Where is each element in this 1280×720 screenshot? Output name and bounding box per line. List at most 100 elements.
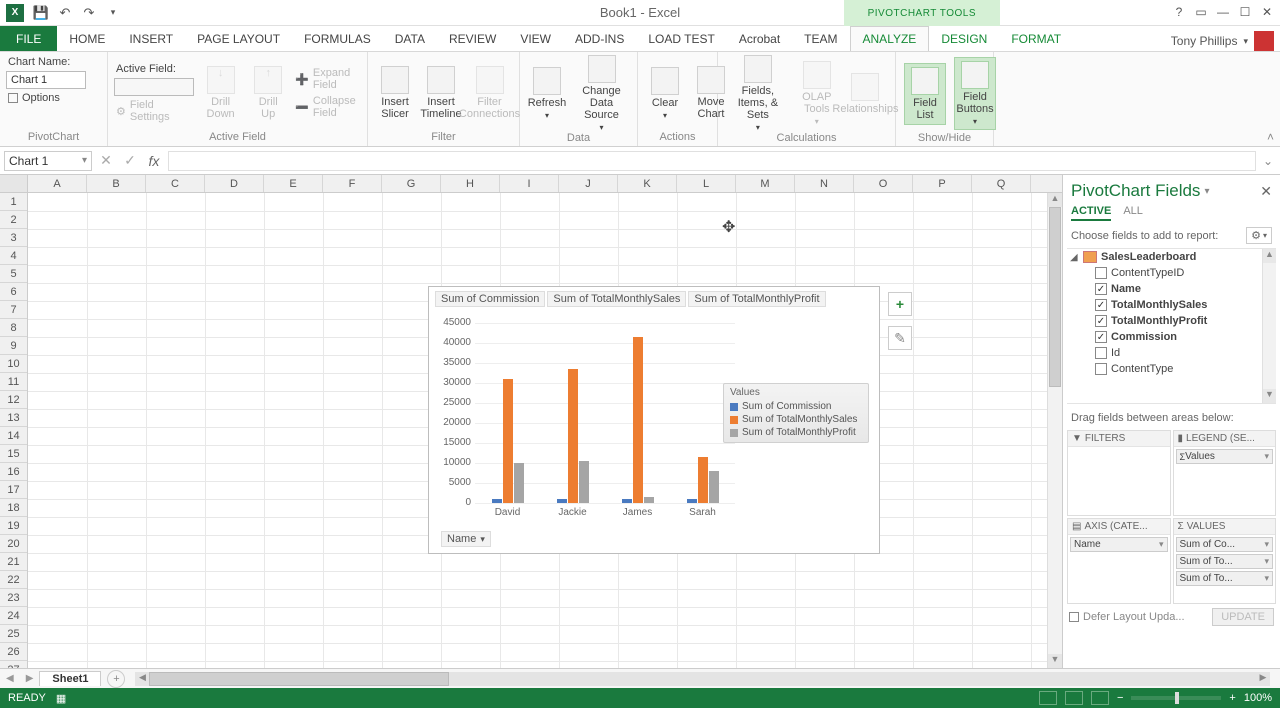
legend-pill-values[interactable]: Σ Values▾ [1176,449,1274,464]
row-header[interactable]: 3 [0,229,27,247]
values-pill-2[interactable]: Sum of To...▾ [1176,554,1274,569]
collapse-ribbon-icon[interactable]: ˄ [1267,130,1274,144]
tab-insert[interactable]: INSERT [117,26,185,51]
row-header[interactable]: 22 [0,571,27,589]
row-header[interactable]: 18 [0,499,27,517]
expand-formula-bar-icon[interactable]: ⌄ [1260,154,1276,168]
tab-review[interactable]: REVIEW [437,26,508,51]
zoom-out-icon[interactable]: − [1117,692,1123,704]
row-header[interactable]: 7 [0,301,27,319]
scroll-up-icon[interactable]: ▲ [1048,193,1062,207]
chart-bar[interactable] [698,457,708,503]
fields-items-sets-button[interactable]: Fields, Items, & Sets▾ [724,55,792,132]
tab-data[interactable]: DATA [383,26,437,51]
chart-bar[interactable] [557,499,567,503]
refresh-button[interactable]: Refresh▾ [526,67,568,120]
field-checkbox[interactable] [1095,347,1107,359]
chart-elements-button[interactable]: + [888,292,912,316]
chart-bar[interactable] [687,499,697,503]
chart-styles-button[interactable]: ✎ [888,326,912,350]
legend-item[interactable]: Sum of TotalMonthlySales [730,413,862,426]
close-icon[interactable]: ✕ [1256,2,1278,22]
field-item[interactable]: ✓Name [1067,281,1276,297]
row-header[interactable]: 2 [0,211,27,229]
row-header[interactable]: 20 [0,535,27,553]
column-header[interactable]: A [28,175,87,192]
column-header[interactable]: D [205,175,264,192]
chart-bar[interactable] [514,463,524,503]
row-header[interactable]: 14 [0,427,27,445]
ribbon-display-icon[interactable]: ▭ [1190,2,1212,22]
tab-file[interactable]: FILE [0,26,57,51]
chart-bar[interactable] [622,499,632,503]
fieldlist-scrollbar[interactable]: ▲ ▼ [1262,249,1276,403]
help-icon[interactable]: ? [1168,2,1190,22]
row-header[interactable]: 9 [0,337,27,355]
field-item[interactable]: Id [1067,345,1276,361]
chart-bar[interactable] [579,461,589,503]
tab-addins[interactable]: ADD-INS [563,26,636,51]
scroll-down-icon[interactable]: ▼ [1048,654,1062,668]
axis-area[interactable]: ▤AXIS (CATE... Name▾ [1067,518,1171,604]
column-header[interactable]: H [441,175,500,192]
change-data-source-button[interactable]: Change Data Source▾ [572,55,631,132]
options-button[interactable]: Options [6,91,101,105]
horizontal-scrollbar[interactable]: ◀ ▶ [135,672,1270,686]
row-header[interactable]: 27 [0,661,27,668]
field-item[interactable]: ✓Commission [1067,329,1276,345]
column-header[interactable]: B [87,175,146,192]
row-header[interactable]: 10 [0,355,27,373]
expand-field-button[interactable]: ➕ Expand Field [293,66,361,92]
field-checkbox[interactable]: ✓ [1095,331,1107,343]
value-field-button-3[interactable]: Sum of TotalMonthlyProfit [688,291,825,307]
row-header[interactable]: 15 [0,445,27,463]
column-header[interactable]: F [323,175,382,192]
chart-bar[interactable] [633,337,643,503]
value-field-button-2[interactable]: Sum of TotalMonthlySales [547,291,686,307]
active-field-input[interactable] [114,78,194,96]
fx-icon[interactable]: fx [144,153,164,169]
expand-collapse-icon[interactable]: ◢ [1069,252,1079,262]
row-header[interactable]: 12 [0,391,27,409]
row-header[interactable]: 25 [0,625,27,643]
vertical-scrollbar[interactable]: ▲ ▼ [1047,193,1062,668]
tab-formulas[interactable]: FORMULAS [292,26,383,51]
column-header[interactable]: J [559,175,618,192]
page-break-view-icon[interactable] [1091,691,1109,705]
chart-bar[interactable] [568,369,578,503]
zoom-level[interactable]: 100% [1244,692,1272,704]
column-header[interactable]: P [913,175,972,192]
insert-timeline-button[interactable]: Insert Timeline [420,66,462,120]
row-header[interactable]: 11 [0,373,27,391]
axis-pill-name[interactable]: Name▾ [1070,537,1168,552]
pane-close-icon[interactable]: ✕ [1260,183,1272,200]
defer-checkbox[interactable] [1069,612,1079,622]
tab-format[interactable]: FORMAT [999,26,1073,51]
undo-icon[interactable]: ↶ [54,2,76,24]
field-list-button[interactable]: Field List [904,63,946,125]
chart-bar[interactable] [709,471,719,503]
tab-home[interactable]: HOME [57,26,117,51]
tab-load-test[interactable]: LOAD TEST [636,26,726,51]
field-checkbox[interactable]: ✓ [1095,299,1107,311]
row-header[interactable]: 4 [0,247,27,265]
column-header[interactable]: N [795,175,854,192]
sheet-nav-prev-icon[interactable]: ◀ [0,673,20,684]
column-header[interactable]: I [500,175,559,192]
tab-acrobat[interactable]: Acrobat [727,26,792,51]
scroll-thumb[interactable] [1049,207,1061,387]
tab-team[interactable]: TEAM [792,26,849,51]
qat-customize-icon[interactable]: ▾ [102,2,124,24]
minimize-icon[interactable]: — [1212,2,1234,22]
value-field-button-1[interactable]: Sum of Commission [435,291,545,307]
field-checkbox[interactable]: ✓ [1095,283,1107,295]
page-layout-view-icon[interactable] [1065,691,1083,705]
insert-slicer-button[interactable]: Insert Slicer [374,66,416,120]
macro-record-icon[interactable]: ▦ [56,692,66,705]
legend-item[interactable]: Sum of Commission [730,400,862,413]
tools-button[interactable]: ⚙▾ [1246,227,1272,244]
row-header[interactable]: 19 [0,517,27,535]
worksheet-grid[interactable]: ABCDEFGHIJKLMNOPQ 1234567891011121314151… [0,175,1062,668]
field-checkbox[interactable] [1095,267,1107,279]
field-checkbox[interactable] [1095,363,1107,375]
